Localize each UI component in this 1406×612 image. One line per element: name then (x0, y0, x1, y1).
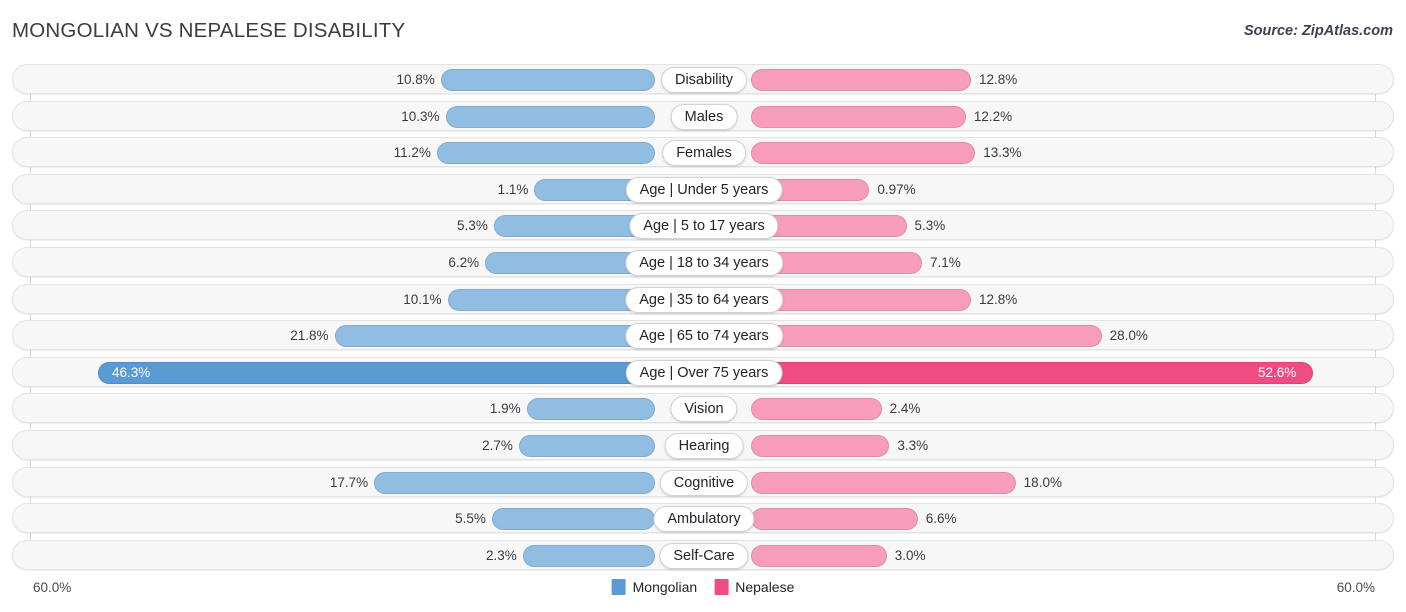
value-label-mongolian: 10.3% (401, 108, 440, 124)
chart-row[interactable]: 10.3% 12.2% Males (12, 100, 1394, 131)
bar-nepalese (751, 361, 1313, 384)
bar-nepalese (751, 142, 976, 165)
value-label-mongolian: 1.9% (489, 401, 521, 417)
bar-mongolian (447, 288, 655, 311)
chart-row[interactable]: 5.3% 5.3% Age | 5 to 17 years (12, 210, 1394, 241)
bar-nepalese (751, 325, 1102, 348)
category-label: Age | 35 to 64 years (625, 286, 783, 313)
value-label-nepalese: 18.0% (1023, 474, 1062, 490)
value-label-nepalese: 3.3% (897, 438, 929, 453)
category-label: Females (662, 140, 746, 167)
chart-page: MONGOLIAN VS NEPALESE DISABILITY Source:… (0, 0, 1406, 612)
value-label-nepalese: 13.3% (983, 145, 1022, 161)
legend-swatch-nepalese (714, 579, 729, 595)
bar-nepalese (751, 69, 971, 91)
legend-swatch-mongolian (611, 579, 626, 595)
bar-nepalese (751, 544, 887, 567)
value-label-nepalese: 52.6% (1258, 364, 1297, 380)
category-label: Age | 5 to 17 years (629, 213, 779, 240)
bar-nepalese (751, 105, 966, 128)
bar-nepalese (751, 288, 971, 311)
bar-mongolian (98, 361, 655, 384)
bar-nepalese (751, 471, 1016, 494)
value-label-nepalese: 6.6% (925, 511, 957, 527)
value-label-mongolian: 46.3% (112, 364, 151, 380)
category-label: Age | 65 to 74 years (625, 323, 783, 350)
value-label-nepalese: 12.8% (978, 72, 1018, 87)
legend-item-mongolian[interactable]: Mongolian (611, 579, 698, 595)
bar-nepalese (751, 398, 882, 421)
value-label-nepalese: 2.4% (889, 401, 921, 417)
chart-legend: Mongolian Nepalese (611, 579, 794, 595)
chart-row[interactable]: 46.3% 52.6% Age | Over 75 years (12, 356, 1394, 387)
category-label: Age | Over 75 years (625, 359, 783, 386)
chart-row[interactable]: 2.7% 3.3% Hearing (12, 430, 1394, 460)
value-label-mongolian: 11.2% (393, 145, 431, 161)
bar-nepalese (751, 435, 890, 457)
category-label: Hearing (664, 433, 744, 459)
axis-label-left: 60.0% (33, 580, 72, 595)
chart-row[interactable]: 2.3% 3.0% Self-Care (12, 539, 1394, 570)
category-label: Cognitive (659, 469, 749, 496)
value-label-mongolian: 1.1% (497, 181, 529, 197)
source-attribution: Source: ZipAtlas.com (1243, 23, 1393, 39)
legend-label-mongolian: Mongolian (632, 579, 698, 595)
value-label-mongolian: 21.8% (290, 328, 329, 344)
bar-mongolian (374, 471, 655, 494)
legend-label-nepalese: Nepalese (735, 579, 795, 595)
bar-mongolian (334, 325, 655, 348)
chart-row[interactable]: 21.8% 28.0% Age | 65 to 74 years (12, 320, 1394, 351)
chart-footer: 60.0% 60.0% Mongolian Nepalese (0, 574, 1406, 612)
category-label: Age | Under 5 years (625, 176, 783, 203)
value-label-mongolian: 2.7% (482, 438, 513, 453)
bar-mongolian (436, 142, 655, 165)
bar-mongolian (518, 435, 655, 457)
chart-row[interactable]: 10.1% 12.8% Age | 35 to 64 years (12, 283, 1394, 314)
legend-item-nepalese[interactable]: Nepalese (714, 579, 794, 595)
value-label-nepalese: 5.3% (914, 218, 946, 234)
category-label: Males (670, 103, 738, 130)
chart-plot-area: 10.8% 12.8% Disability 10.3% 12.2% Males 11.2%… (0, 62, 1406, 574)
chart-row[interactable]: 1.9% 2.4% Vision (12, 393, 1394, 424)
bar-mongolian (445, 105, 655, 128)
category-label: Ambulatory (653, 506, 755, 533)
value-label-nepalese: 12.8% (978, 291, 1018, 307)
axis-label-right: 60.0% (1336, 580, 1375, 595)
bar-mongolian (522, 544, 655, 567)
bar-nepalese (751, 508, 918, 531)
value-label-nepalese: 7.1% (930, 255, 961, 270)
page-title: MONGOLIAN VS NEPALESE DISABILITY (12, 19, 406, 42)
chart-row[interactable]: 17.7% 18.0% Cognitive (12, 466, 1394, 497)
chart-row[interactable]: 1.1% 0.97% Age | Under 5 years (12, 173, 1394, 204)
bar-mongolian (491, 508, 655, 531)
category-label: Self-Care (659, 542, 749, 569)
chart-row[interactable]: 10.8% 12.8% Disability (12, 64, 1394, 94)
bar-mongolian (440, 69, 655, 91)
category-label: Age | 18 to 34 years (625, 250, 783, 276)
bar-mongolian (526, 398, 655, 421)
category-label: Disability (660, 67, 748, 93)
value-label-mongolian: 10.8% (396, 72, 435, 87)
value-label-mongolian: 10.1% (403, 291, 442, 307)
chart-row[interactable]: 5.5% 6.6% Ambulatory (12, 503, 1394, 534)
value-label-mongolian: 17.7% (329, 474, 369, 490)
value-label-nepalese: 12.2% (973, 108, 1013, 124)
category-label: Vision (670, 396, 738, 423)
chart-row[interactable]: 6.2% 7.1% Age | 18 to 34 years (12, 247, 1394, 277)
value-label-mongolian: 6.2% (448, 255, 480, 270)
value-label-nepalese: 28.0% (1109, 328, 1148, 344)
chart-row[interactable]: 11.2% 13.3% Females (12, 137, 1394, 168)
value-label-mongolian: 5.3% (457, 218, 488, 234)
value-label-mongolian: 5.5% (455, 511, 486, 527)
value-label-mongolian: 2.3% (486, 547, 517, 563)
value-label-nepalese: 3.0% (894, 547, 926, 563)
value-label-nepalese: 0.97% (877, 181, 916, 197)
